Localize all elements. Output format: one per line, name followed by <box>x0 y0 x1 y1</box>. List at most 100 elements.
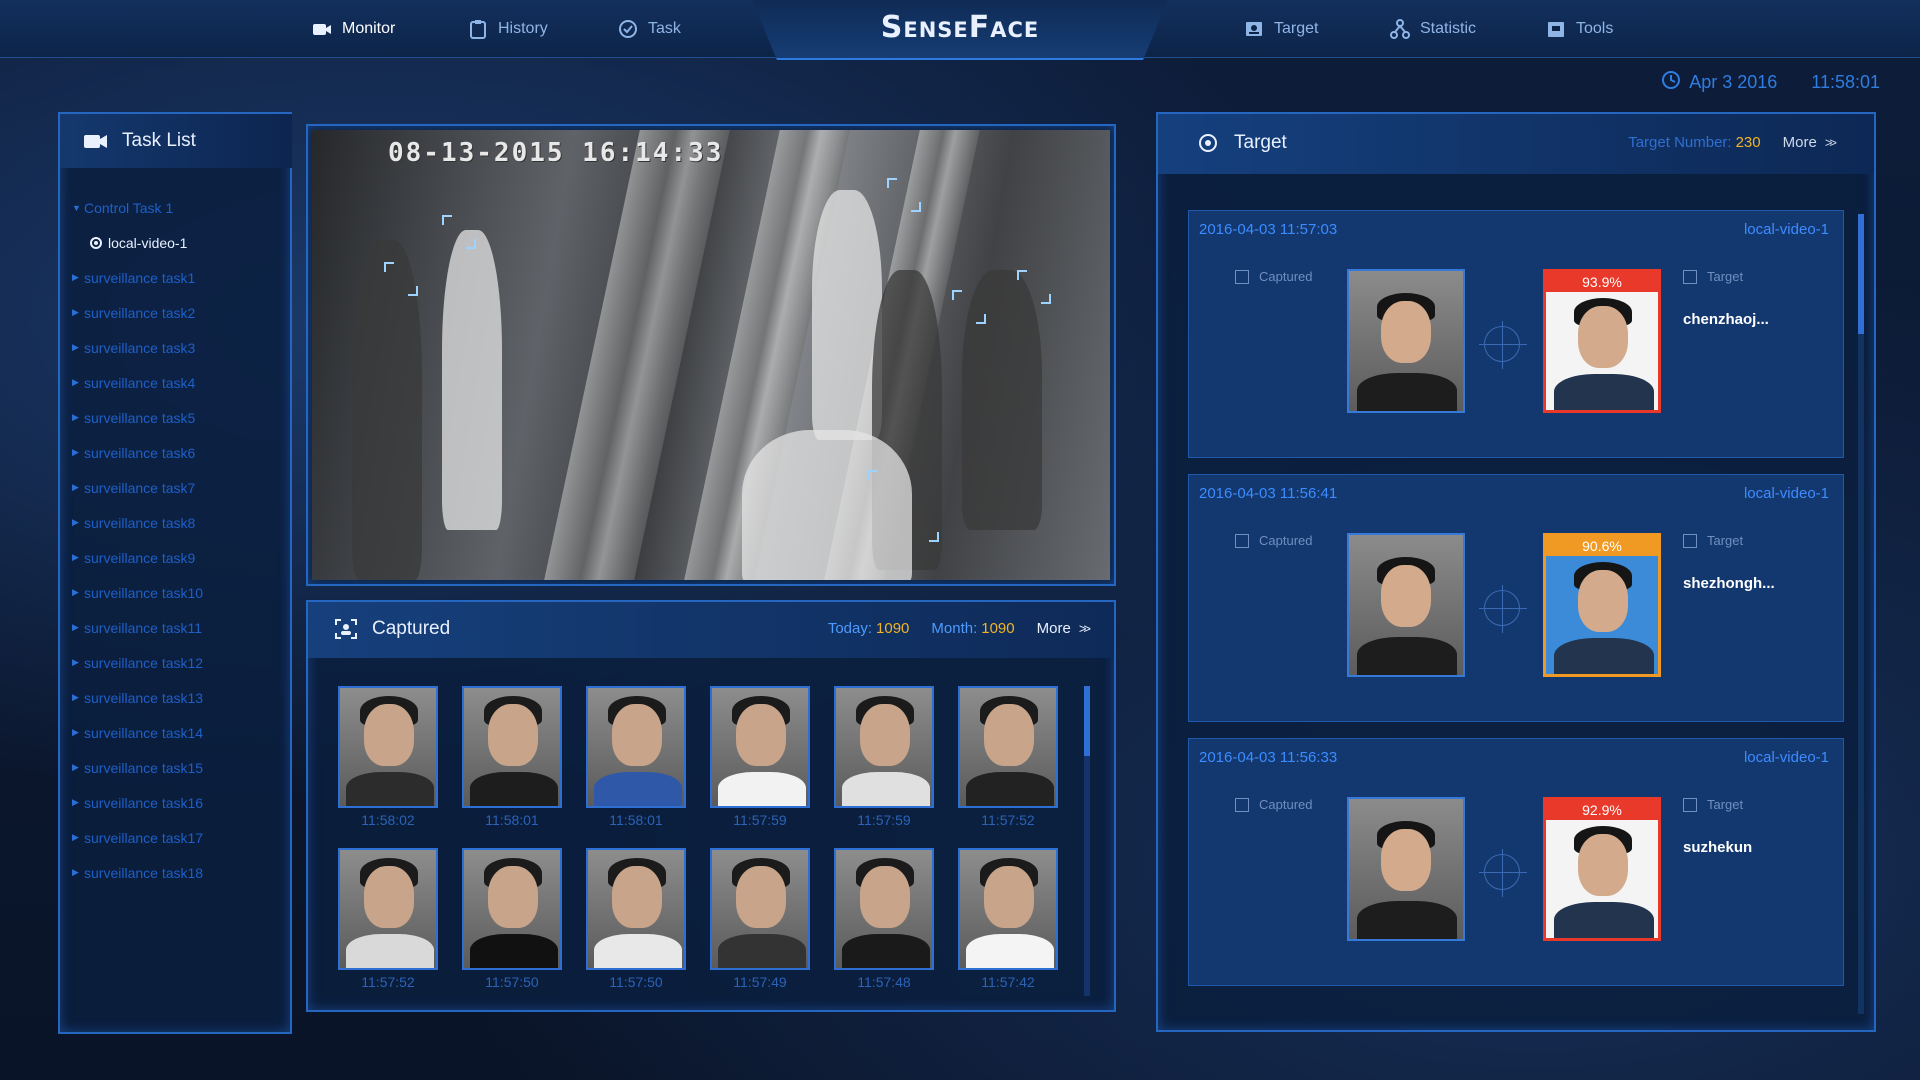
caret-right-icon[interactable]: ▶ <box>72 447 84 458</box>
tree-task-label: surveillance task17 <box>84 829 204 846</box>
tree-item-task[interactable]: ▶ surveillance task10 <box>72 575 286 610</box>
captured-thumbnail[interactable]: 11:57:52 <box>338 848 438 990</box>
match-card[interactable]: 2016-04-03 11:56:41 local-video-1 Captured… <box>1188 474 1844 722</box>
target-more-link[interactable]: More >> <box>1783 134 1837 151</box>
captured-face-image[interactable] <box>1347 797 1465 941</box>
caret-right-icon[interactable]: ▶ <box>72 762 84 773</box>
captured-face-image[interactable] <box>462 686 562 808</box>
caret-right-icon[interactable]: ▶ <box>72 622 84 633</box>
video-timestamp: 08-13-2015 16:14:33 <box>388 138 724 168</box>
captured-face-image[interactable] <box>834 848 934 970</box>
captured-thumbnail[interactable]: 11:57:59 <box>834 686 934 828</box>
target-scrollbar[interactable] <box>1858 214 1864 1014</box>
capture-time: 11:58:01 <box>609 812 663 828</box>
captured-face-image[interactable] <box>338 686 438 808</box>
caret-right-icon[interactable]: ▶ <box>72 412 84 423</box>
nav-tools[interactable]: Tools <box>1546 16 1613 42</box>
tree-item-task[interactable]: ▶ surveillance task1 <box>72 260 286 295</box>
captured-scrollbar[interactable] <box>1084 686 1090 996</box>
captured-thumbnail[interactable]: 11:58:01 <box>586 686 686 828</box>
capture-time: 11:57:48 <box>857 974 911 990</box>
tree-item-task[interactable]: ▶ surveillance task7 <box>72 470 286 505</box>
crosshair-target-icon <box>1196 132 1220 154</box>
radio-icon[interactable] <box>90 236 102 249</box>
caret-right-icon[interactable]: ▶ <box>72 797 84 808</box>
caret-right-icon[interactable]: ▶ <box>72 342 84 353</box>
captured-thumbnail[interactable]: 11:58:02 <box>338 686 438 828</box>
caret-right-icon[interactable]: ▶ <box>72 692 84 703</box>
caret-right-icon[interactable]: ▶ <box>72 517 84 528</box>
captured-face-image[interactable] <box>834 686 934 808</box>
scrollbar-thumb[interactable] <box>1858 214 1864 334</box>
tree-item-task[interactable]: ▶ surveillance task16 <box>72 785 286 820</box>
tree-item-task[interactable]: ▶ surveillance task18 <box>72 855 286 890</box>
captured-thumbnail[interactable]: 11:57:59 <box>710 686 810 828</box>
match-card[interactable]: 2016-04-03 11:56:33 local-video-1 Captured… <box>1188 738 1844 986</box>
nav-target[interactable]: Target <box>1244 16 1318 42</box>
captured-more-link[interactable]: More >> <box>1037 620 1091 637</box>
captured-face-image[interactable] <box>958 686 1058 808</box>
target-face-image[interactable]: 90.6% <box>1543 533 1661 677</box>
tree-task-label: surveillance task2 <box>84 304 196 321</box>
top-nav-bar: Monitor History Task SenseFace Target St… <box>0 0 1920 60</box>
caret-right-icon[interactable]: ▶ <box>72 587 84 598</box>
caret-right-icon[interactable]: ▶ <box>72 727 84 738</box>
nav-monitor[interactable]: Monitor <box>312 16 395 42</box>
tree-item-task[interactable]: ▶ surveillance task6 <box>72 435 286 470</box>
captured-thumbnail[interactable]: 11:57:52 <box>958 686 1058 828</box>
tree-item-task[interactable]: ▶ surveillance task17 <box>72 820 286 855</box>
tree-item-task[interactable]: ▶ surveillance task15 <box>72 750 286 785</box>
target-face-image[interactable]: 93.9% <box>1543 269 1661 413</box>
capture-time: 11:57:42 <box>981 974 1035 990</box>
live-video-feed[interactable]: 08-13-2015 16:14:33 <box>312 130 1110 580</box>
tree-item-task[interactable]: ▶ surveillance task13 <box>72 680 286 715</box>
nav-statistic[interactable]: Statistic <box>1390 16 1476 42</box>
scrollbar-thumb[interactable] <box>1084 686 1090 756</box>
caret-right-icon[interactable]: ▶ <box>72 832 84 843</box>
caret-right-icon[interactable]: ▶ <box>72 272 84 283</box>
tree-item-root[interactable]: ▼ Control Task 1 <box>72 190 286 225</box>
nav-task[interactable]: Task <box>618 16 681 42</box>
tree-item-task[interactable]: ▶ surveillance task11 <box>72 610 286 645</box>
tree-item-task[interactable]: ▶ surveillance task9 <box>72 540 286 575</box>
tree-item-task[interactable]: ▶ surveillance task14 <box>72 715 286 750</box>
tree-item-task[interactable]: ▶ surveillance task4 <box>72 365 286 400</box>
captured-face-image[interactable] <box>586 848 686 970</box>
datetime-display: Apr 3 2016 11:58:01 <box>1661 70 1880 95</box>
captured-thumbnail[interactable]: 11:58:01 <box>462 686 562 828</box>
tree-item-task[interactable]: ▶ surveillance task8 <box>72 505 286 540</box>
captured-face-image[interactable] <box>710 686 810 808</box>
tree-task-label: surveillance task9 <box>84 549 196 566</box>
captured-face-image[interactable] <box>1347 269 1465 413</box>
captured-face-image[interactable] <box>710 848 810 970</box>
captured-thumbnail[interactable]: 11:57:42 <box>958 848 1058 990</box>
caret-down-icon[interactable]: ▼ <box>72 203 84 213</box>
captured-thumbnail[interactable]: 11:57:50 <box>462 848 562 990</box>
tree-item-task[interactable]: ▶ surveillance task12 <box>72 645 286 680</box>
nav-history[interactable]: History <box>468 16 548 42</box>
tree-task-label: surveillance task14 <box>84 724 204 741</box>
captured-face-image[interactable] <box>958 848 1058 970</box>
caret-right-icon[interactable]: ▶ <box>72 377 84 388</box>
caret-right-icon[interactable]: ▶ <box>72 867 84 878</box>
caret-right-icon[interactable]: ▶ <box>72 307 84 318</box>
tree-item-task[interactable]: ▶ surveillance task2 <box>72 295 286 330</box>
match-card[interactable]: 2016-04-03 11:57:03 local-video-1 Captured… <box>1188 210 1844 458</box>
tree-item-local-video[interactable]: local-video-1 <box>72 225 286 260</box>
tree-item-task[interactable]: ▶ surveillance task3 <box>72 330 286 365</box>
captured-thumbnail[interactable]: 11:57:48 <box>834 848 934 990</box>
captured-thumbnail[interactable]: 11:57:49 <box>710 848 810 990</box>
captured-thumbnail[interactable]: 11:57:50 <box>586 848 686 990</box>
captured-face-image[interactable] <box>462 848 562 970</box>
caret-right-icon[interactable]: ▶ <box>72 482 84 493</box>
id-card-icon <box>1683 797 1697 812</box>
captured-label-text: Captured <box>1259 797 1313 812</box>
caret-right-icon[interactable]: ▶ <box>72 552 84 563</box>
tree-item-task[interactable]: ▶ surveillance task5 <box>72 400 286 435</box>
captured-face-image[interactable] <box>586 686 686 808</box>
captured-face-image[interactable] <box>1347 533 1465 677</box>
captured-face-image[interactable] <box>338 848 438 970</box>
target-face-image[interactable]: 92.9% <box>1543 797 1661 941</box>
task-tree: ▼ Control Task 1 local-video-1 ▶ surveill… <box>72 190 286 890</box>
caret-right-icon[interactable]: ▶ <box>72 657 84 668</box>
